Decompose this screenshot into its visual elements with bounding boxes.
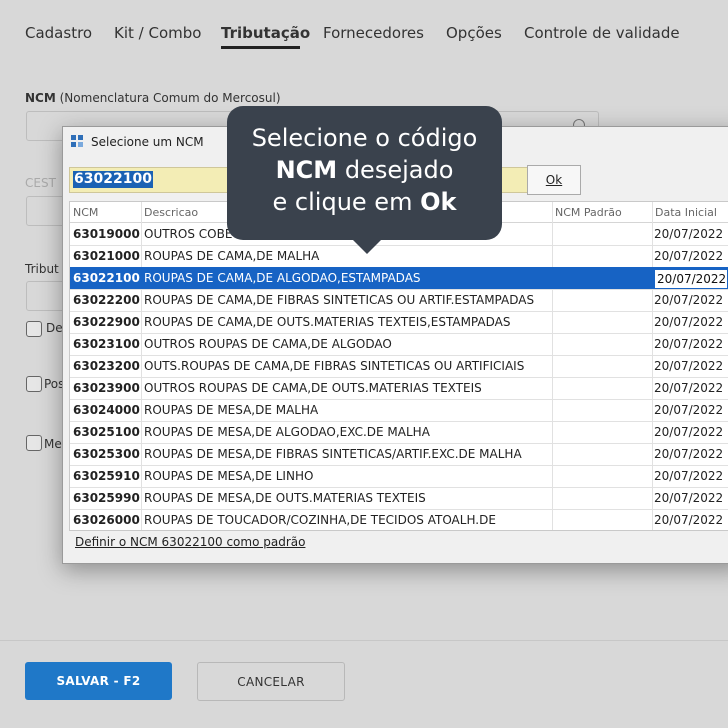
dialog-titlebar: Selecione um NCM [71,133,204,151]
ncm-cell: 63021000 [73,249,140,263]
active-tab-indicator [221,46,300,49]
description-cell: OUTS.ROUPAS DE CAMA,DE FIBRAS SINTETICAS… [144,359,525,373]
checkbox-1[interactable] [26,321,42,337]
callout-ncm-bold: NCM [275,156,338,184]
ok-button-label: Ok [545,173,563,187]
footer-divider [0,640,728,641]
date-cell: 20/07/2022 [654,403,724,417]
date-cell: 20/07/2022 [654,359,724,373]
table-row[interactable]: 63025300 ROUPAS DE MESA,DE FIBRAS SINTETI… [70,443,728,466]
tab-kit-combo[interactable]: Kit / Combo [114,24,201,42]
ncm-cell: 63025990 [73,491,140,505]
callout-pointer [351,238,383,254]
tab-controle-de-validade[interactable]: Controle de validade [524,24,680,42]
tab-opcoes[interactable]: Opções [446,24,502,42]
date-cell: 20/07/2022 [654,293,724,307]
column-header-ncm[interactable]: NCM [73,206,98,219]
date-cell: 20/07/2022 [654,513,724,527]
ncm-cell: 63023200 [73,359,140,373]
callout-line-3: e clique em Ok [227,186,502,218]
ncm-label-bold: NCM [25,91,56,105]
table-row[interactable]: 63026000 ROUPAS DE TOUCADOR/COZINHA,DE TE… [70,509,728,530]
set-default-ncm-link[interactable]: Definir o NCM 63022100 como padrão [75,535,305,549]
ncm-label-description: (Nomenclatura Comum do Mercosul) [59,91,281,105]
table-row[interactable]: 63023200 OUTS.ROUPAS DE CAMA,DE FIBRAS SI… [70,355,728,378]
description-cell: ROUPAS DE TOUCADOR/COZINHA,DE TECIDOS AT… [144,513,496,527]
callout-line-2: NCM desejado [227,154,502,186]
tab-cadastro[interactable]: Cadastro [25,24,92,42]
callout-ok-bold: Ok [420,188,457,216]
dialog-title: Selecione um NCM [91,135,204,149]
table-row[interactable]: 63023100 OUTROS ROUPAS DE CAMA,DE ALGODAO… [70,333,728,356]
column-header-ncm-padrao[interactable]: NCM Padrão [555,206,622,219]
cest-label: CEST [25,176,56,190]
callout-line-3-text: e clique em [272,188,421,216]
description-cell: ROUPAS DE CAMA,DE FIBRAS SINTETICAS OU A… [144,293,535,307]
checkbox-2[interactable] [26,376,42,392]
table-row[interactable]: 63022100 ROUPAS DE CAMA,DE ALGODAO,ESTAMP… [70,267,728,290]
description-cell: OUTROS COBE [144,227,233,241]
table-row[interactable]: 63024000 ROUPAS DE MESA,DE MALHA 20/07/202… [70,399,728,422]
instruction-callout: Selecione o código NCM desejado e clique… [227,106,502,254]
table-row[interactable]: 63025990 ROUPAS DE MESA,DE OUTS.MATERIAS … [70,487,728,510]
date-cell: 20/07/2022 [654,425,724,439]
description-cell: ROUPAS DE CAMA,DE ALGODAO,ESTAMPADAS [144,271,421,285]
description-cell: ROUPAS DE CAMA,DE OUTS.MATERIAS TEXTEIS,… [144,315,511,329]
checkbox-3[interactable] [26,435,42,451]
tab-bar: Cadastro Kit / Combo Tributação Forneced… [0,0,728,60]
ncm-cell: 63026000 [73,513,140,527]
ncm-label: NCM (Nomenclatura Comum do Mercosul) [25,91,281,105]
description-cell: ROUPAS DE CAMA,DE MALHA [144,249,320,263]
table-row[interactable]: 63021000 ROUPAS DE CAMA,DE MALHA 20/07/202… [70,245,728,268]
date-cell: 20/07/2022 [654,315,724,329]
callout-line-2-text: desejado [337,156,454,184]
ncm-results-table: NCM Descricao NCM Padrão Data Inicial 63… [69,201,728,531]
ncm-grid-icon [71,135,85,149]
ncm-cell: 63022200 [73,293,140,307]
date-cell: 20/07/2022 [654,249,724,263]
date-cell: 20/07/2022 [654,447,724,461]
column-header-data-inicial[interactable]: Data Inicial [655,206,717,219]
ok-button[interactable]: Ok [527,165,581,195]
ncm-cell: 63024000 [73,403,140,417]
description-cell: ROUPAS DE MESA,DE LINHO [144,469,314,483]
description-cell: OUTROS ROUPAS DE CAMA,DE ALGODAO [144,337,392,351]
callout-line-1: Selecione o código [251,124,478,152]
table-row[interactable]: 63025100 ROUPAS DE MESA,DE ALGODAO,EXC.DE… [70,421,728,444]
description-cell: ROUPAS DE MESA,DE FIBRAS SINTETICAS/ARTI… [144,447,522,461]
ncm-cell: 63022900 [73,315,140,329]
tab-fornecedores[interactable]: Fornecedores [323,24,424,42]
column-header-descricao[interactable]: Descricao [144,206,198,219]
description-cell: ROUPAS DE MESA,DE ALGODAO,EXC.DE MALHA [144,425,430,439]
description-cell: ROUPAS DE MESA,DE MALHA [144,403,319,417]
date-cell: 20/07/2022 [654,381,724,395]
table-row[interactable]: 63025910 ROUPAS DE MESA,DE LINHO 20/07/202… [70,465,728,488]
ncm-cell: 63025300 [73,447,140,461]
date-cell: 20/07/2022 [654,491,724,505]
date-cell: 20/07/2022 [654,227,724,241]
ncm-cell: 63019000 [73,227,140,241]
table-row[interactable]: 63022200 ROUPAS DE CAMA,DE FIBRAS SINTETI… [70,289,728,312]
tab-tributacao[interactable]: Tributação [221,24,310,42]
checkbox-3-label: Me [44,437,62,451]
description-cell: ROUPAS DE MESA,DE OUTS.MATERIAS TEXTEIS [144,491,426,505]
ncm-cell: 63023100 [73,337,140,351]
date-cell: 20/07/2022 [654,269,728,289]
save-button[interactable]: SALVAR - F2 [25,662,172,700]
table-row[interactable]: 63022900 ROUPAS DE CAMA,DE OUTS.MATERIAS … [70,311,728,334]
checkbox-1-label: De [46,321,63,335]
ncm-cell: 63025100 [73,425,140,439]
date-cell: 20/07/2022 [654,337,724,351]
ncm-search-value: 63022100 [73,171,153,188]
ncm-cell: 63025910 [73,469,140,483]
table-row[interactable]: 63023900 OUTROS ROUPAS DE CAMA,DE OUTS.MA… [70,377,728,400]
ncm-cell: 63023900 [73,381,140,395]
tributacao-label: Tribut [25,262,59,276]
ncm-cell: 63022100 [73,271,140,285]
date-cell: 20/07/2022 [654,469,724,483]
cancel-button[interactable]: CANCELAR [197,662,345,701]
description-cell: OUTROS ROUPAS DE CAMA,DE OUTS.MATERIAS T… [144,381,482,395]
